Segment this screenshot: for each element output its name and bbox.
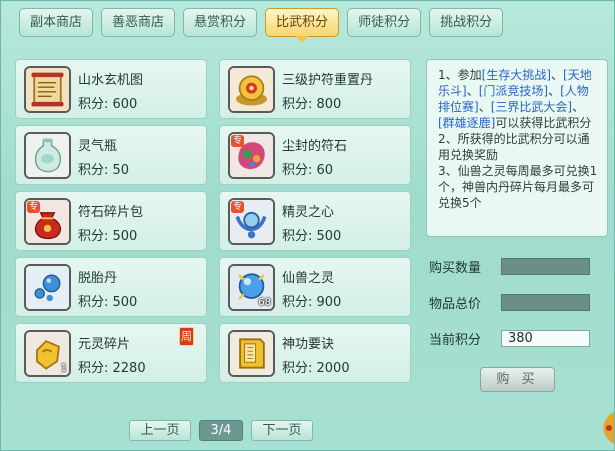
beast-orb-icon: 68 bbox=[228, 264, 275, 311]
item-name: 灵气瓶 bbox=[78, 139, 118, 154]
current-points-value: 380 bbox=[501, 330, 590, 347]
total-price-field bbox=[501, 294, 590, 311]
activity-link[interactable]: [群雄逐鹿] bbox=[438, 116, 495, 130]
page-indicator: 3/4 bbox=[199, 420, 243, 441]
shop-tabs: 副本商店 善恶商店 悬赏积分 比武积分 师徒积分 挑战积分 bbox=[19, 8, 504, 43]
blue-pills-icon bbox=[24, 264, 71, 311]
item-name: 仙兽之灵 bbox=[282, 271, 335, 286]
rule-text: 3、仙兽之灵每周最多可兑换1个，神兽内丹碎片每月最多可兑换5个 bbox=[438, 164, 598, 210]
weekly-badge: 周 bbox=[179, 327, 194, 346]
item-price: 积分: 500 bbox=[78, 229, 138, 244]
item-price: 积分: 2000 bbox=[282, 361, 350, 376]
golden-pill-icon bbox=[228, 66, 275, 113]
shop-item[interactable]: 神功要诀 积分: 2000 bbox=[219, 323, 411, 383]
item-name: 元灵碎片 bbox=[78, 337, 131, 352]
shop-item[interactable]: 山水玄机图 积分: 600 bbox=[15, 59, 207, 119]
exclusive-tag: 专 bbox=[27, 201, 41, 213]
tab-karma-shop[interactable]: 善恶商店 bbox=[101, 8, 176, 37]
item-price: 积分: 60 bbox=[282, 163, 334, 178]
yellow-book-icon bbox=[228, 330, 275, 377]
rule-text: 、 bbox=[551, 68, 564, 82]
gold-fragment-icon: 1 bbox=[24, 330, 71, 377]
item-name: 三级护符重置丹 bbox=[282, 73, 374, 88]
item-name: 神功要诀 bbox=[282, 337, 335, 352]
item-price: 积分: 900 bbox=[282, 295, 342, 310]
item-price: 积分: 800 bbox=[282, 97, 342, 112]
corner-ornament-icon bbox=[603, 412, 614, 444]
item-name: 脱胎丹 bbox=[78, 271, 118, 286]
quantity-label: 购买数量 bbox=[429, 261, 482, 276]
tab-bounty-points[interactable]: 悬赏积分 bbox=[183, 8, 258, 37]
item-price: 积分: 600 bbox=[78, 97, 138, 112]
rule-text: 、 bbox=[572, 100, 585, 114]
item-price: 积分: 500 bbox=[282, 229, 342, 244]
item-name: 尘封的符石 bbox=[282, 139, 348, 154]
rune-stone-icon: 专 bbox=[228, 132, 275, 179]
item-price: 积分: 50 bbox=[78, 163, 130, 178]
next-page-button[interactable]: 下一页 bbox=[251, 420, 313, 441]
activity-link[interactable]: [门派竞技场] bbox=[479, 84, 548, 98]
shop-item[interactable]: 专 符石碎片包 积分: 500 bbox=[15, 191, 207, 251]
item-price: 积分: 2280 bbox=[78, 361, 146, 376]
spirit-heart-icon: 专 bbox=[228, 198, 275, 245]
rule-text: 2、所获得的比武积分可以通用兑换奖励 bbox=[438, 132, 590, 162]
exclusive-tag: 专 bbox=[231, 135, 245, 147]
pagination: 上一页 3/4 下一页 bbox=[129, 420, 313, 441]
shop-item[interactable]: 三级护符重置丹 积分: 800 bbox=[219, 59, 411, 119]
item-name: 精灵之心 bbox=[282, 205, 335, 220]
shop-panel: 副本商店 善恶商店 悬赏积分 比武积分 师徒积分 挑战积分 山水玄机图 积分: … bbox=[0, 0, 615, 451]
item-grid: 山水玄机图 积分: 600 三级护符重置丹 积分: 800 灵气瓶 积分: 50… bbox=[15, 59, 413, 383]
item-count: 1 bbox=[60, 363, 67, 374]
item-price: 积分: 500 bbox=[78, 295, 138, 310]
item-name: 山水玄机图 bbox=[78, 73, 144, 88]
prev-page-button[interactable]: 上一页 bbox=[129, 420, 191, 441]
tab-mentor-points[interactable]: 师徒积分 bbox=[347, 8, 422, 37]
scroll-icon bbox=[24, 66, 71, 113]
shop-item[interactable]: 68 仙兽之灵 积分: 900 bbox=[219, 257, 411, 317]
tab-dungeon-shop[interactable]: 副本商店 bbox=[19, 8, 94, 37]
rule-text: 可以获得比武积分 bbox=[495, 116, 592, 130]
red-bag-icon: 专 bbox=[24, 198, 71, 245]
shop-item[interactable]: 1 元灵碎片 积分: 2280 周 bbox=[15, 323, 207, 383]
exclusive-tag: 专 bbox=[231, 201, 245, 213]
current-points-label: 当前积分 bbox=[429, 333, 482, 348]
activity-link[interactable]: [三界比武大会] bbox=[491, 100, 572, 114]
item-count: 68 bbox=[258, 297, 271, 308]
shop-item[interactable]: 脱胎丹 积分: 500 bbox=[15, 257, 207, 317]
rule-text: 、 bbox=[466, 84, 479, 98]
shop-item[interactable]: 灵气瓶 积分: 50 bbox=[15, 125, 207, 185]
shop-item[interactable]: 专 精灵之心 积分: 500 bbox=[219, 191, 411, 251]
rules-description: 1、参加[生存大挑战]、[天地乐斗]、[门派竞技场]、[人物排位赛]、[三界比武… bbox=[426, 59, 608, 237]
buy-button[interactable]: 购 买 bbox=[480, 367, 555, 392]
total-price-label: 物品总价 bbox=[429, 297, 482, 312]
vase-icon bbox=[24, 132, 71, 179]
tab-challenge-points[interactable]: 挑战积分 bbox=[429, 8, 504, 37]
rule-text: 、 bbox=[478, 100, 491, 114]
quantity-input[interactable] bbox=[501, 258, 590, 275]
shop-item[interactable]: 专 尘封的符石 积分: 60 bbox=[219, 125, 411, 185]
rule-text: 、 bbox=[548, 84, 561, 98]
tab-duel-points[interactable]: 比武积分 bbox=[265, 8, 340, 43]
activity-link[interactable]: [生存大挑战] bbox=[482, 68, 551, 82]
item-name: 符石碎片包 bbox=[78, 205, 144, 220]
rule-text: 1、参加 bbox=[438, 68, 482, 82]
